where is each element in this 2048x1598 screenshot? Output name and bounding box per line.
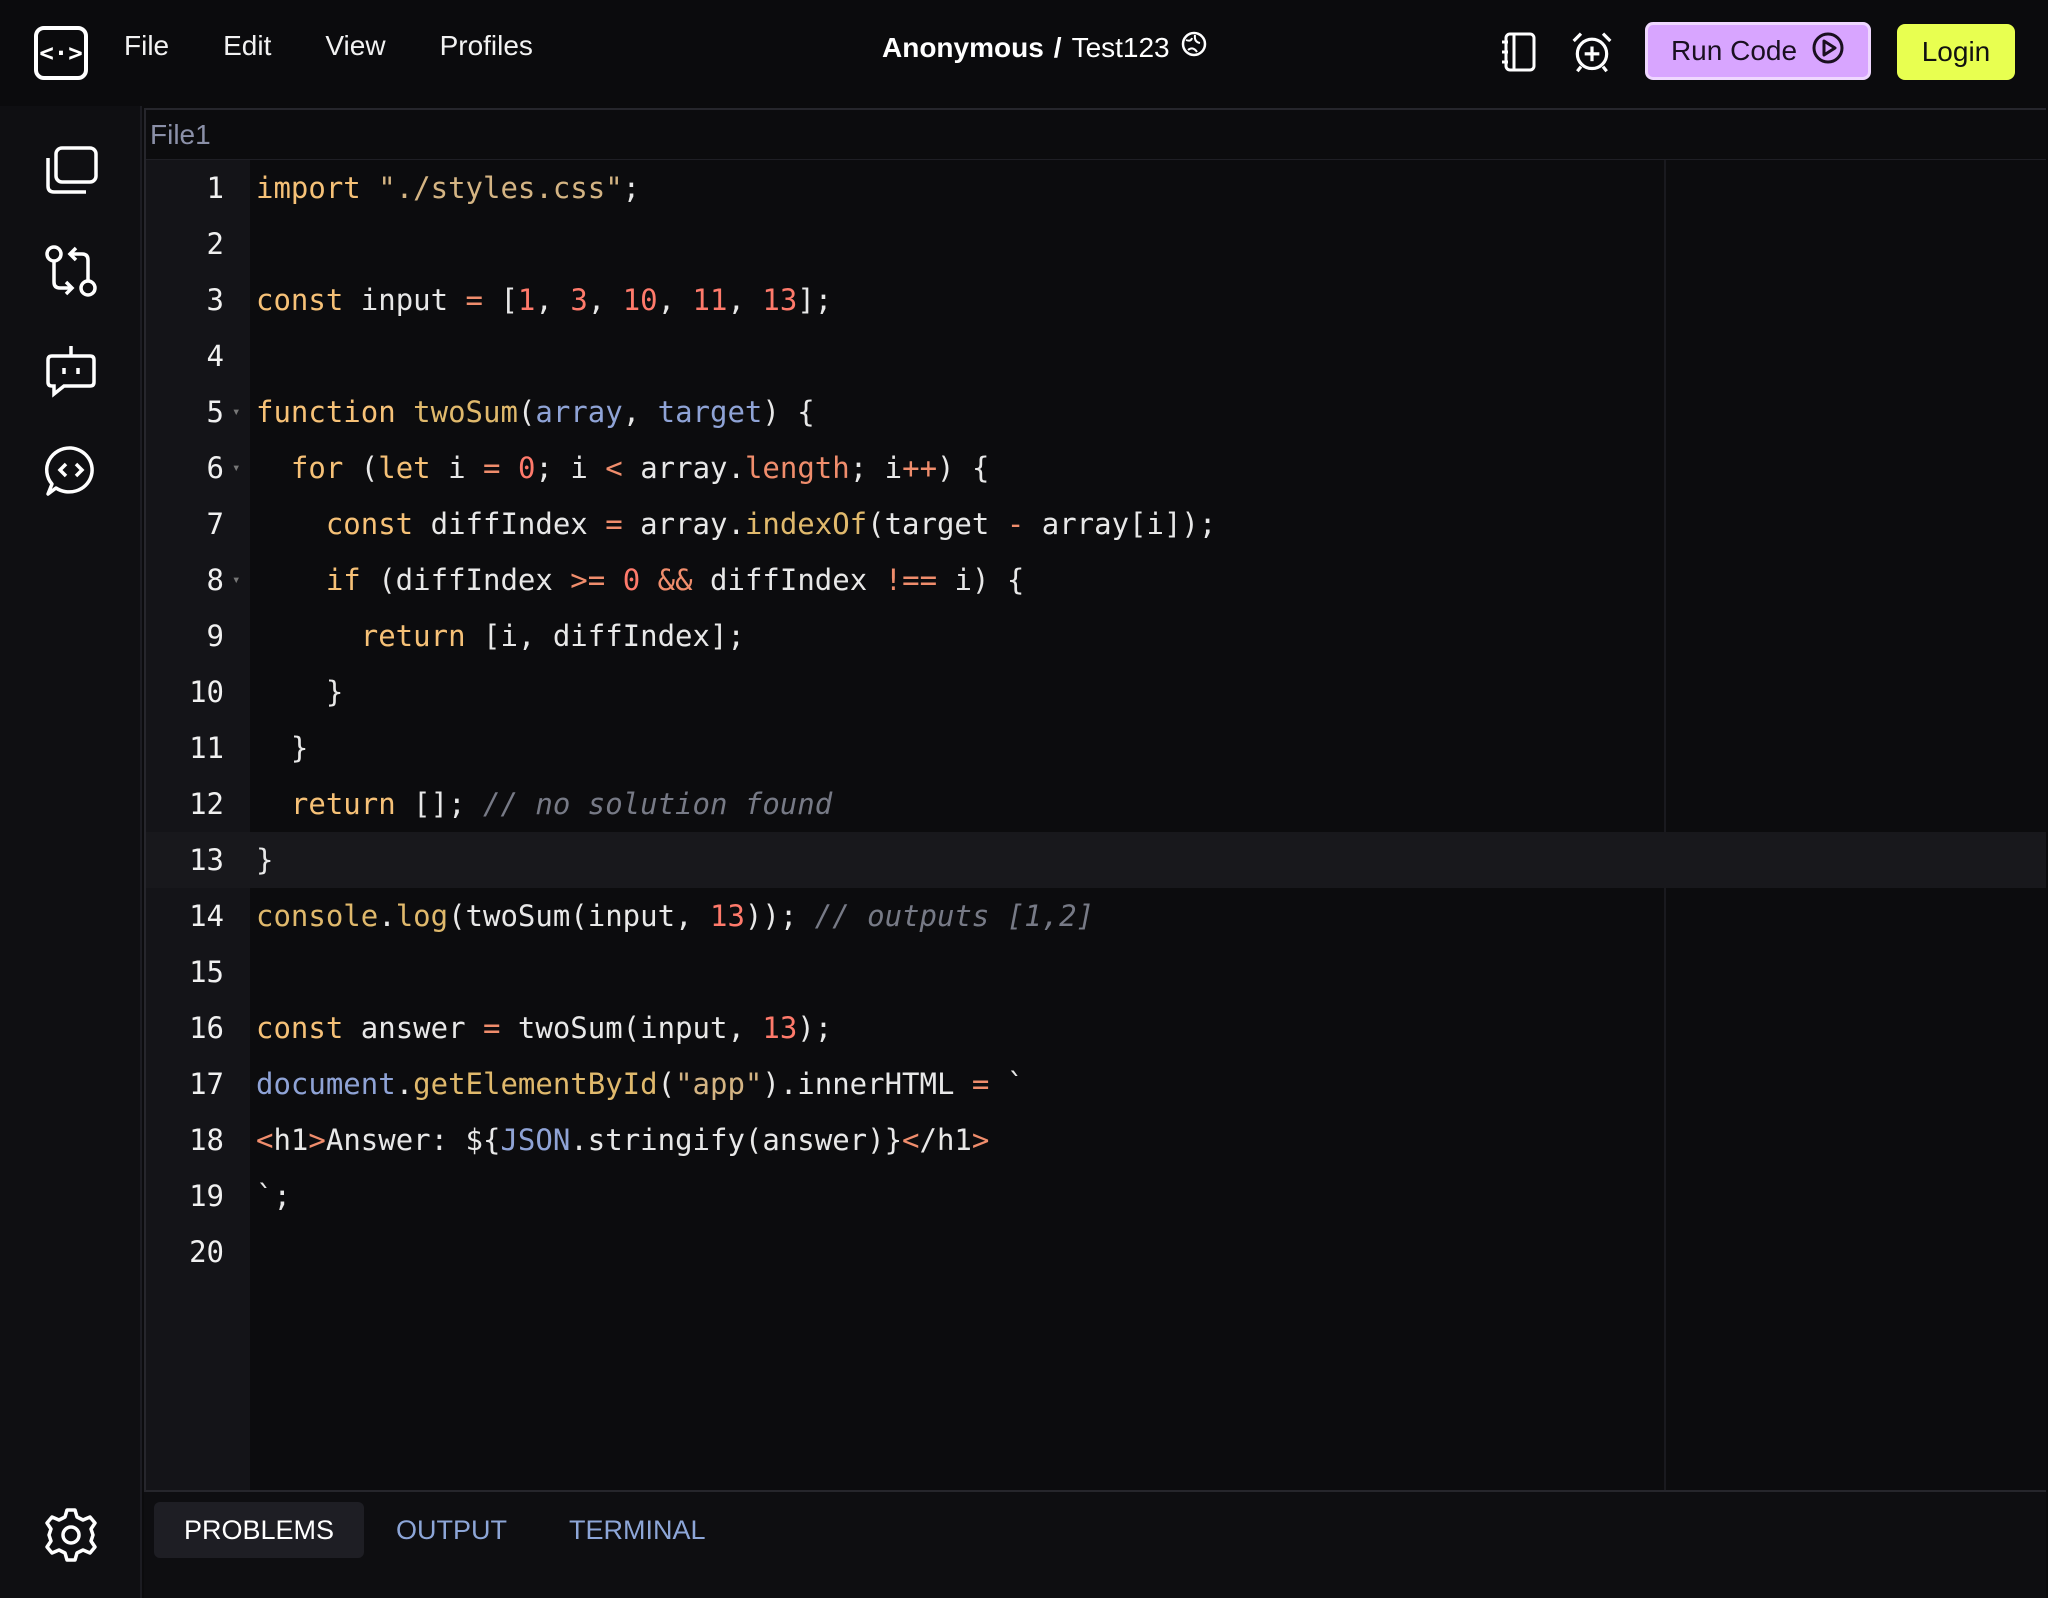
- code-line[interactable]: 18 <h1>Answer: ${JSON.stringify(answer)}<…: [146, 1112, 2046, 1168]
- run-code-label: Run Code: [1670, 35, 1798, 66]
- login-button[interactable]: Login: [1897, 24, 2015, 80]
- files-icon[interactable]: [38, 138, 104, 204]
- code-line[interactable]: 20: [146, 1224, 2046, 1280]
- code-line[interactable]: 14 console.log(twoSum(input, 13)); // out…: [146, 888, 2046, 944]
- line-number: 8: [206, 563, 224, 597]
- notebook-icon[interactable]: [1498, 28, 1542, 76]
- code-text: console.log(twoSum(input, 13)); // outpu…: [256, 899, 1095, 933]
- line-number: 6: [206, 451, 224, 485]
- project-separator: /: [1053, 31, 1062, 63]
- code-chat-icon[interactable]: [38, 438, 104, 504]
- line-number: 15: [189, 955, 224, 989]
- top-bar: <·> File Edit View Profiles Anonymous / …: [0, 0, 2048, 106]
- line-number: 10: [189, 675, 224, 709]
- code-text: const answer = twoSum(input, 13);: [256, 1011, 833, 1045]
- code-text: const diffIndex = array.indexOf(target -…: [325, 507, 1217, 541]
- fold-chevron-icon[interactable]: ▾: [232, 440, 240, 496]
- line-number: 7: [206, 507, 224, 541]
- alarm-add-icon[interactable]: [1570, 28, 1614, 76]
- code-text: import "./styles.css";: [256, 171, 641, 205]
- code-line[interactable]: 2: [146, 216, 2046, 272]
- menu-view[interactable]: View: [325, 30, 385, 62]
- code-line[interactable]: 4: [146, 328, 2046, 384]
- code-text: if (diffIndex >= 0 && diffIndex !== i) {: [325, 563, 1025, 597]
- code-line[interactable]: 3 const input = [1, 3, 10, 11, 13];: [146, 272, 2046, 328]
- run-code-button[interactable]: Run Code: [1645, 22, 1871, 80]
- code-text: <h1>Answer: ${JSON.stringify(answer)}</h…: [256, 1123, 990, 1157]
- fold-chevron-icon[interactable]: ▾: [232, 384, 240, 440]
- code-editor: File1 1 import "./styles.css"; 2 3 const inp…: [144, 108, 2046, 1492]
- project-name[interactable]: Test123: [1072, 32, 1170, 64]
- menu-bar: File Edit View Profiles: [124, 30, 587, 62]
- code-line[interactable]: 10 }: [146, 664, 2046, 720]
- code-line[interactable]: 6 ▾ for (let i = 0; i < array.length; i++…: [146, 440, 2046, 496]
- code-text: }: [256, 675, 344, 709]
- code-line[interactable]: 8 ▾ if (diffIndex >= 0 && diffIndex !== i…: [146, 552, 2046, 608]
- code-text: for (let i = 0; i < array.length; i++) {: [290, 451, 990, 485]
- git-compare-icon[interactable]: [38, 238, 104, 304]
- code-text: function twoSum(array, target) {: [256, 395, 815, 429]
- file-tab[interactable]: File1: [146, 110, 2046, 160]
- line-number: 4: [206, 339, 224, 373]
- line-number: 2: [206, 227, 224, 261]
- settings-gear-icon[interactable]: [38, 1502, 104, 1568]
- bottom-panel: PROBLEMS OUTPUT TERMINAL: [144, 1490, 2046, 1598]
- line-number: 9: [206, 619, 224, 653]
- code-text: `;: [256, 1179, 291, 1213]
- menu-file[interactable]: File: [124, 30, 169, 62]
- line-number: 18: [189, 1123, 224, 1157]
- panel-tabs: PROBLEMS OUTPUT TERMINAL: [154, 1502, 738, 1558]
- code-text: document.getElementById("app").innerHTML…: [256, 1067, 1025, 1101]
- code-line[interactable]: 5 ▾ function twoSum(array, target) {: [146, 384, 2046, 440]
- code-text: }: [256, 843, 274, 877]
- code-line[interactable]: 17 document.getElementById("app").innerHT…: [146, 1056, 2046, 1112]
- play-circle-icon: [1811, 31, 1845, 72]
- activity-bar: [0, 106, 142, 1598]
- line-number: 12: [189, 787, 224, 821]
- code-line[interactable]: 12 return []; // no solution found: [146, 776, 2046, 832]
- code-line[interactable]: 13}: [146, 832, 2046, 888]
- line-number: 16: [189, 1011, 224, 1045]
- tab-problems[interactable]: PROBLEMS: [154, 1502, 365, 1558]
- code-line[interactable]: 19 `;: [146, 1168, 2046, 1224]
- line-number: 1: [206, 171, 224, 205]
- line-number: 19: [189, 1179, 224, 1213]
- tab-terminal[interactable]: TERMINAL: [539, 1502, 736, 1558]
- app-logo-icon[interactable]: <·>: [34, 26, 88, 80]
- code-line[interactable]: 15: [146, 944, 2046, 1000]
- line-number: 3: [206, 283, 224, 317]
- code-line[interactable]: 11 }: [146, 720, 2046, 776]
- code-line[interactable]: 7 const diffIndex = array.indexOf(target…: [146, 496, 2046, 552]
- tab-output[interactable]: OUTPUT: [366, 1502, 537, 1558]
- code-line[interactable]: 16 const answer = twoSum(input, 13);: [146, 1000, 2046, 1056]
- project-title: Anonymous / Test123: [882, 30, 1208, 65]
- project-owner: Anonymous: [882, 31, 1044, 63]
- fold-chevron-icon[interactable]: ▾: [232, 552, 240, 608]
- line-number: 20: [189, 1235, 224, 1269]
- line-number: 17: [189, 1067, 224, 1101]
- line-number: 14: [189, 899, 224, 933]
- code-text: const input = [1, 3, 10, 11, 13];: [256, 283, 833, 317]
- bot-icon[interactable]: [38, 338, 104, 404]
- line-number: 13: [189, 843, 224, 877]
- menu-profiles[interactable]: Profiles: [440, 30, 533, 62]
- code-text: return [i, diffIndex];: [360, 619, 745, 653]
- code-line[interactable]: 1 import "./styles.css";: [146, 160, 2046, 216]
- line-number: 5: [206, 395, 224, 429]
- globe-icon[interactable]: [1180, 30, 1208, 65]
- code-line[interactable]: 9 return [i, diffIndex];: [146, 608, 2046, 664]
- code-text: }: [256, 731, 309, 765]
- code-text: return []; // no solution found: [290, 787, 833, 821]
- line-number: 11: [189, 731, 224, 765]
- menu-edit[interactable]: Edit: [223, 30, 271, 62]
